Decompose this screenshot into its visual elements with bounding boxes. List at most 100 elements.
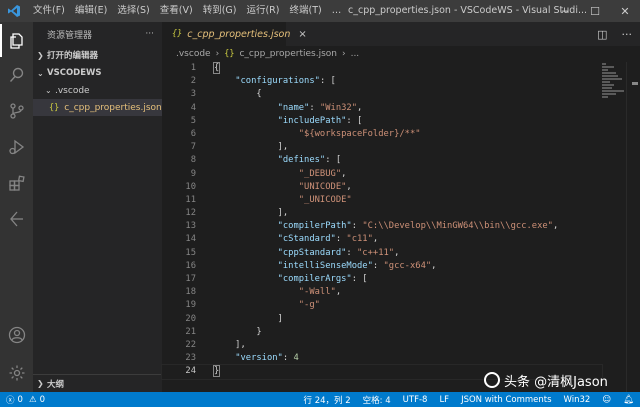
warning-icon: ⚠: [28, 394, 37, 405]
code-token: ],: [214, 142, 289, 153]
code-line[interactable]: 1{: [162, 62, 602, 75]
code-line[interactable]: 17 "compilerArgs": [: [162, 273, 602, 286]
code-token: "c11": [346, 234, 373, 245]
more-actions-icon[interactable]: ···: [145, 29, 154, 39]
code-token: "intelliSenseMode": [277, 260, 373, 271]
line-number: 6: [190, 128, 196, 139]
code-line[interactable]: 9 "_DEBUG",: [162, 168, 602, 181]
feedback-icon[interactable]: ☺: [602, 395, 611, 405]
problems-indicator[interactable]: ⓧ 0 ⚠ 0: [0, 394, 45, 406]
encoding[interactable]: UTF-8: [403, 395, 428, 405]
editor-scrollbar[interactable]: [626, 62, 640, 392]
code-line[interactable]: 20 ]: [162, 313, 602, 326]
menu-item[interactable]: 查看(V): [155, 0, 198, 22]
extensions-icon[interactable]: [0, 166, 33, 199]
code-token: "_UNICODE": [298, 194, 352, 205]
menu-item[interactable]: …: [327, 0, 347, 22]
explorer-icon[interactable]: [0, 24, 33, 57]
code-token: "configurations": [235, 76, 320, 87]
code-token: ]: [214, 313, 283, 324]
code-line[interactable]: 13 "compilerPath": "C:\\Develop\\MinGW64…: [162, 220, 602, 233]
breadcrumb-file[interactable]: c_cpp_properties.json: [239, 49, 337, 59]
code-text: "compilerPath": "C:\\Develop\\MinGW64\\b…: [214, 220, 559, 233]
outline-section[interactable]: ❯ 大纲: [33, 374, 162, 392]
code-token: :: [372, 260, 384, 271]
json-file-icon: {}: [224, 49, 235, 59]
code-line[interactable]: 3 {: [162, 88, 602, 101]
code-line[interactable]: 16 "intelliSenseMode": "gcc-x64",: [162, 260, 602, 273]
notifications-icon[interactable]: 🔔︎: [623, 395, 634, 405]
code-line[interactable]: 5 "includePath": [: [162, 115, 602, 128]
code-line[interactable]: 19 "-g": [162, 299, 602, 312]
maximize-icon[interactable]: ☐: [580, 0, 610, 22]
code-line[interactable]: 7 ],: [162, 141, 602, 154]
cursor-position[interactable]: 行 24，列 2: [304, 394, 351, 406]
code-line[interactable]: 2 "configurations": [: [162, 75, 602, 88]
close-window-icon[interactable]: ✕: [610, 0, 640, 22]
minimize-icon[interactable]: ─: [550, 0, 580, 22]
code-token: ,: [357, 102, 363, 113]
code-token: "C:\\Develop\\MinGW64\\bin\\gcc.exe": [362, 221, 553, 232]
vscode-logo-icon[interactable]: [0, 0, 28, 22]
outline-label: 大纲: [47, 379, 65, 390]
line-number: 10: [185, 181, 196, 192]
menu-item[interactable]: 编辑(E): [70, 0, 112, 22]
menu-item[interactable]: 文件(F): [28, 0, 70, 22]
code-line[interactable]: 6 "${workspaceFolder}/**": [162, 128, 602, 141]
activity-bar: [0, 22, 33, 392]
code-line[interactable]: 21 }: [162, 326, 602, 339]
remote-explorer-icon[interactable]: [0, 202, 33, 235]
split-editor-icon[interactable]: ◫: [597, 28, 607, 41]
code-token: :: [346, 247, 358, 258]
breadcrumb-folder[interactable]: .vscode: [176, 49, 211, 59]
open-editors-section[interactable]: ❯ 打开的编辑器: [33, 46, 162, 64]
indentation[interactable]: 空格: 4: [363, 394, 391, 406]
code-line[interactable]: 12 ],: [162, 207, 602, 220]
code-line[interactable]: 14 "cStandard": "c11",: [162, 233, 602, 246]
code-editor[interactable]: 1{2 "configurations": [3 {4 "name": "Win…: [161, 62, 640, 392]
source-control-icon[interactable]: [0, 94, 33, 127]
line-number: 23: [185, 353, 196, 364]
status-bar: ⓧ 0 ⚠ 0 行 24，列 2 空格: 4 UTF-8 LF JSON wit…: [0, 392, 640, 407]
code-token: ,: [346, 181, 352, 192]
account-icon[interactable]: [0, 318, 33, 351]
close-tab-icon[interactable]: ×: [298, 29, 306, 40]
code-text: "version": 4: [214, 352, 299, 365]
code-line[interactable]: 11 "_UNICODE": [162, 194, 602, 207]
tree-folder-vscode[interactable]: ⌄ .vscode: [33, 82, 162, 99]
code-token: "${workspaceFolder}/**": [298, 128, 421, 139]
minimap[interactable]: [602, 62, 626, 102]
code-text: "cppStandard": "c++11",: [214, 247, 400, 260]
code-line[interactable]: 18 "-Wall",: [162, 286, 602, 299]
tab-c-cpp-properties[interactable]: {} c_cpp_properties.json ×: [162, 22, 307, 46]
code-line[interactable]: 22 ],: [162, 339, 602, 352]
menu-item[interactable]: 转到(G): [198, 0, 242, 22]
code-token: }: [214, 326, 262, 337]
code-line[interactable]: 23 "version": 4: [162, 352, 602, 365]
menu-item[interactable]: 选择(S): [112, 0, 154, 22]
more-actions-icon[interactable]: ···: [622, 28, 633, 41]
menu-item[interactable]: 运行(R): [241, 0, 284, 22]
run-debug-icon[interactable]: [0, 130, 33, 163]
chevron-down-icon: ⌄: [45, 86, 52, 95]
code-token: ,: [394, 247, 400, 258]
code-token: : [: [351, 274, 368, 284]
tree-file-c-cpp-properties[interactable]: {} c_cpp_properties.json: [33, 99, 162, 116]
language-mode[interactable]: JSON with Comments: [461, 395, 551, 405]
configuration[interactable]: Win32: [564, 395, 591, 405]
code-line[interactable]: 8 "defines": [: [162, 154, 602, 167]
line-number: 8: [190, 155, 196, 166]
line-number: 16: [185, 260, 196, 271]
code-line[interactable]: 4 "name": "Win32",: [162, 102, 602, 115]
workspace-section[interactable]: ⌄ VSCODEWS: [33, 64, 162, 82]
search-icon[interactable]: [0, 58, 33, 91]
gear-icon[interactable]: [0, 356, 33, 389]
code-line[interactable]: 10 "UNICODE",: [162, 181, 602, 194]
code-lines[interactable]: 1{2 "configurations": [3 {4 "name": "Win…: [161, 62, 603, 380]
end-of-line[interactable]: LF: [439, 395, 449, 405]
menu-item[interactable]: 终端(T): [284, 0, 326, 22]
code-line[interactable]: 15 "cppStandard": "c++11",: [162, 247, 602, 260]
json-file-icon: {}: [172, 29, 183, 39]
breadcrumb-more[interactable]: ...: [351, 49, 360, 59]
